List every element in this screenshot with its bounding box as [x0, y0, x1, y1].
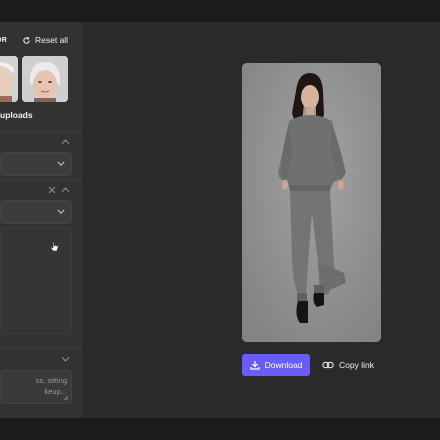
- mouse-cursor-icon: [50, 241, 59, 252]
- download-icon: [249, 361, 260, 370]
- generated-image[interactable]: [242, 63, 381, 342]
- style-select[interactable]: [0, 152, 72, 176]
- panel-header: OR Reset all: [0, 34, 82, 50]
- model-photo: [242, 63, 381, 342]
- divider: [0, 348, 82, 349]
- face-thumbnail[interactable]: [0, 56, 18, 102]
- reset-all-label: Reset all: [35, 35, 69, 45]
- reset-all-button[interactable]: Reset all: [22, 35, 68, 45]
- top-bar: [0, 0, 440, 22]
- face-image: [0, 56, 18, 102]
- face-image: [22, 56, 68, 102]
- download-label: Download: [264, 360, 303, 370]
- chevron-down-icon[interactable]: [61, 356, 70, 362]
- link-icon: [322, 361, 334, 369]
- copy-link-label: Copy link: [339, 360, 374, 370]
- reset-icon: [23, 36, 30, 44]
- option-select[interactable]: [0, 200, 72, 224]
- left-panel: OR Reset all uploads: [0, 22, 83, 418]
- copy-link-button[interactable]: Copy link: [322, 354, 374, 376]
- chevron-up-icon[interactable]: [61, 187, 70, 193]
- close-icon[interactable]: [48, 186, 56, 194]
- divider: [0, 180, 82, 181]
- bottom-bar: [0, 418, 440, 440]
- face-thumbnail[interactable]: [22, 56, 68, 102]
- chevron-up-icon[interactable]: [61, 139, 70, 145]
- resize-handle-icon[interactable]: [63, 395, 69, 401]
- panel-title: OR: [0, 37, 8, 44]
- chevron-down-icon: [57, 161, 65, 166]
- uploads-label: uploads: [0, 110, 33, 120]
- chevron-down-icon: [57, 209, 65, 214]
- prompt-text: ss, sitting keup...: [35, 376, 67, 396]
- download-button[interactable]: Download: [242, 354, 310, 376]
- content-area[interactable]: [0, 227, 72, 334]
- divider: [0, 132, 82, 133]
- prompt-input[interactable]: ss, sitting keup...: [0, 370, 72, 404]
